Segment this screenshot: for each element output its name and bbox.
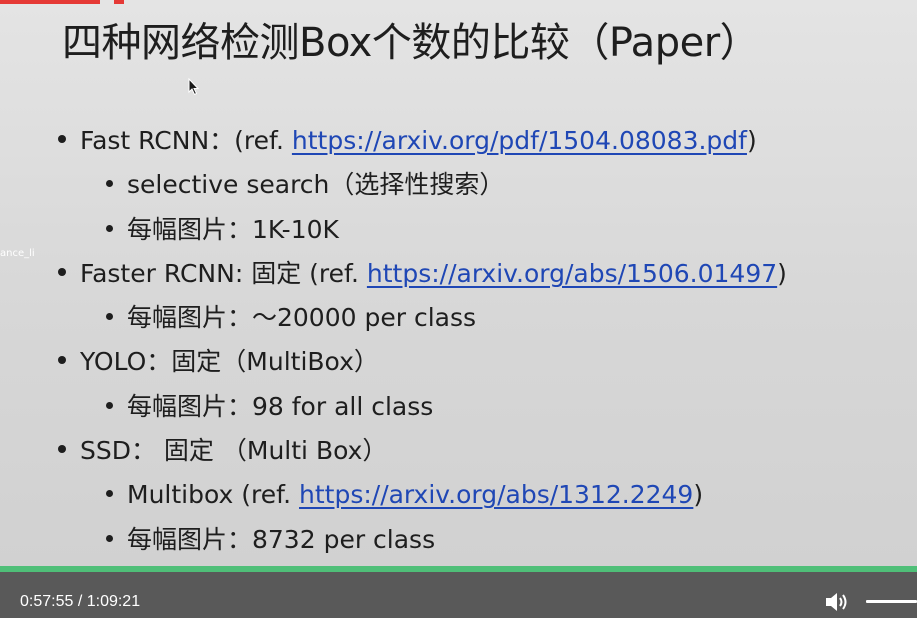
bullet-text: Faster RCNN: 固定 (ref. <box>80 259 367 288</box>
speaker-volume-icon[interactable] <box>824 590 850 614</box>
bullet-link[interactable]: https://arxiv.org/abs/1506.01497 <box>367 259 777 288</box>
bullet-item: SSD： 固定 （Multi Box） <box>58 438 387 463</box>
bullet-text: 每幅图片：1K-10K <box>127 215 339 244</box>
bullet-dot <box>106 179 113 187</box>
bullet-item: 每幅图片：8732 per class <box>106 527 435 552</box>
bullet-link[interactable]: https://arxiv.org/abs/1312.2249 <box>299 480 693 509</box>
bullet-item: Fast RCNN：(ref. https://arxiv.org/pdf/15… <box>58 128 757 153</box>
bullet-dot <box>58 356 66 364</box>
time-display: 0:57:55 / 1:09:21 <box>20 593 141 610</box>
volume-slider[interactable] <box>866 600 917 603</box>
bullet-dot <box>106 489 113 497</box>
bullet-dot <box>58 445 66 453</box>
bullet-item: 每幅图片：98 for all class <box>106 394 433 419</box>
bullet-dot <box>106 312 113 320</box>
bullet-item: selective search（选择性搜索） <box>106 172 504 197</box>
bullet-text: 每幅图片：8732 per class <box>127 525 436 554</box>
bullet-item: Faster RCNN: 固定 (ref. https://arxiv.org/… <box>58 261 787 286</box>
bullet-item: Multibox (ref. https://arxiv.org/abs/131… <box>106 482 703 507</box>
bullet-text: 每幅图片：98 for all class <box>127 392 434 421</box>
slide-title: 四种网络检测Box个数的比较（Paper） <box>62 20 760 66</box>
bullet-suffix: ) <box>693 480 704 509</box>
bullet-text: Multibox (ref. <box>127 480 299 509</box>
bullet-link[interactable]: https://arxiv.org/pdf/1504.08083.pdf <box>292 126 747 155</box>
slide: 四种网络检测Box个数的比较（Paper） ance_li Fast RCNN：… <box>0 0 917 566</box>
bullet-suffix: ) <box>777 259 787 288</box>
bullet-dot <box>106 534 113 542</box>
slide-accent-bar <box>0 0 100 4</box>
bullet-item: 每幅图片：1K-10K <box>106 217 339 242</box>
bullet-suffix: ) <box>746 126 757 155</box>
bullet-dot <box>58 268 66 276</box>
side-watermark: ance_li <box>0 248 35 259</box>
video-controls-bar: 0:57:55 / 1:09:21 <box>0 572 917 618</box>
slide-accent-mark <box>114 0 124 4</box>
bullet-text: SSD： 固定 （Multi Box） <box>80 436 388 465</box>
bullet-dot <box>106 401 113 409</box>
mouse-cursor-icon <box>188 77 200 100</box>
bullet-text: 每幅图片：～20000 per class <box>127 303 477 332</box>
bullet-item: 每幅图片：～20000 per class <box>106 305 476 330</box>
bullet-text: YOLO：固定（MultiBox） <box>80 347 379 376</box>
bullet-text: selective search（选择性搜索） <box>127 170 505 199</box>
bullet-text: Fast RCNN：(ref. <box>80 126 292 155</box>
bullet-item: YOLO：固定（MultiBox） <box>58 349 379 374</box>
bullet-dot <box>106 224 113 232</box>
bullet-dot <box>58 135 66 143</box>
